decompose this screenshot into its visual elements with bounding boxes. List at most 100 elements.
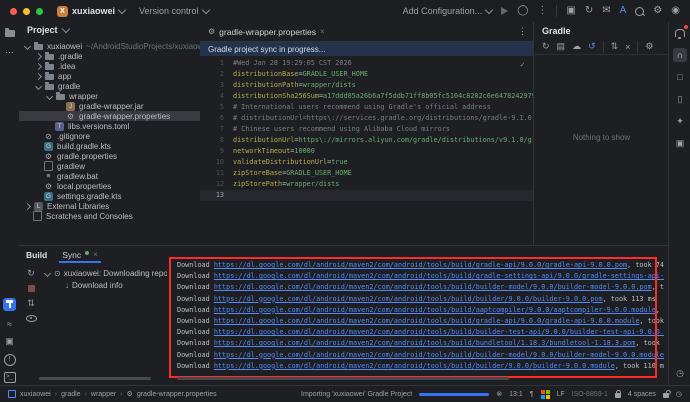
logcat-tool-icon[interactable]: ≈ <box>3 318 16 331</box>
download-link[interactable]: https://dl.google.com/dl/android/maven2/… <box>214 362 615 370</box>
tree-item-local-properties[interactable]: ⚙local.properties <box>19 181 200 191</box>
offline-mode-icon[interactable]: ☁ <box>572 41 581 52</box>
code-editor[interactable]: ✓ 1#Wed Jan 28 19:29:05 CST 20262distrib… <box>200 56 533 201</box>
download-link[interactable]: https://dl.google.com/dl/android/maven2/… <box>214 295 603 303</box>
search-icon[interactable] <box>635 7 644 16</box>
settings-gear-icon[interactable]: ⚙ <box>653 6 662 16</box>
tree-item-gradle-wrapper-properties[interactable]: ⚙gradle-wrapper.properties <box>19 111 200 121</box>
terminal-tool-icon[interactable]: >_ <box>3 369 16 382</box>
history-clock-icon[interactable]: ◷ <box>673 366 687 380</box>
tree-scrollbar[interactable] <box>39 377 151 380</box>
gradle-settings-icon[interactable]: ⚙ <box>645 41 653 52</box>
download-link[interactable]: https://dl.google.com/dl/android/maven2/… <box>214 328 664 336</box>
running-devices-icon[interactable]: □ <box>673 70 687 84</box>
minimize-window-button[interactable] <box>23 8 30 15</box>
download-link[interactable]: https://dl.google.com/dl/android/maven2/… <box>214 339 635 347</box>
gradle-tasks-icon[interactable]: ▤ <box>557 41 566 52</box>
gradle-sync-icon[interactable]: ↻ <box>542 41 550 52</box>
power-save-icon[interactable]: ◷ <box>676 390 682 398</box>
collapse-all-icon[interactable]: ⇅ <box>611 41 619 52</box>
indent-setting[interactable]: 4 spaces <box>628 391 656 398</box>
build-variants-icon[interactable]: ▣ <box>566 6 575 16</box>
notifications-icon[interactable] <box>673 26 687 40</box>
editor-options-icon[interactable]: ⋮ <box>518 26 533 37</box>
close-panel-icon[interactable]: × <box>625 42 630 52</box>
project-tool-icon[interactable] <box>3 28 16 41</box>
restart-sync-icon[interactable]: ↻ <box>27 268 35 279</box>
download-link[interactable]: https://dl.google.com/dl/android/maven2/… <box>214 272 664 280</box>
chevron-right-icon[interactable] <box>35 72 42 79</box>
tree-item--gitignore[interactable]: ⊘.gitignore <box>19 131 200 141</box>
tree-item-gradlew[interactable]: gradlew <box>19 161 200 171</box>
breadcrumb-item[interactable]: gradle-wrapper.properties <box>137 391 217 398</box>
translate-icon[interactable]: A <box>620 6 627 16</box>
build-tree-item[interactable]: ⊙xuxiaowei: Downloading repository-32.8 … <box>43 267 167 279</box>
tree-item-gradle[interactable]: gradle <box>19 81 200 91</box>
tree-item-gradlew-bat[interactable]: ≡gradlew.bat <box>19 171 200 181</box>
chevron-down-icon[interactable] <box>46 92 53 99</box>
chevron-right-icon[interactable] <box>35 62 42 69</box>
stop-icon[interactable] <box>28 285 35 292</box>
colored-grid-plugin-icon[interactable] <box>541 390 550 399</box>
cancel-progress-icon[interactable]: ⊗ <box>496 390 502 398</box>
gradle-tool-icon[interactable]: ∩ <box>673 48 687 62</box>
reimport-icon[interactable]: ↺ <box>588 41 596 52</box>
tree-item-app[interactable]: app <box>19 71 200 81</box>
project-widget[interactable]: X xuxiaowei <box>57 6 125 17</box>
tree-item-settings-gradle-kts[interactable]: Gsettings.gradle.kts <box>19 191 200 201</box>
line-ending[interactable]: LF <box>557 391 565 398</box>
profiler-icon[interactable]: ◯ <box>517 6 528 16</box>
close-tab-icon[interactable]: × <box>93 250 98 259</box>
project-panel-header[interactable]: Project <box>19 22 200 38</box>
download-link[interactable]: https://dl.google.com/dl/android/maven2/… <box>214 317 640 325</box>
feedback-icon[interactable]: ✉ <box>602 6 610 16</box>
tree-item-gradle-wrapper-jar[interactable]: Jgradle-wrapper.jar <box>19 101 200 111</box>
tree-item-xuxiaowei[interactable]: xuxiaowei~/AndroidStudioProjects/xuxiaow… <box>19 41 200 51</box>
console-scrollbar[interactable] <box>177 377 509 380</box>
sync-tab[interactable]: Sync × <box>59 246 101 263</box>
tree-item--gradle[interactable]: .gradle <box>19 51 200 61</box>
chevron-down-icon[interactable] <box>44 269 51 276</box>
breadcrumb-item[interactable]: wrapper <box>91 391 116 398</box>
download-link[interactable]: https://dl.google.com/dl/android/maven2/… <box>214 306 656 314</box>
chevron-right-icon[interactable] <box>35 52 42 59</box>
tree-item-libs-versions-toml[interactable]: Tlibs.versions.toml <box>19 121 200 131</box>
download-link[interactable]: https://dl.google.com/dl/android/maven2/… <box>214 351 664 359</box>
download-link[interactable]: https://dl.google.com/dl/android/maven2/… <box>214 283 652 291</box>
caret-position[interactable]: 13:1 <box>509 391 523 398</box>
breadcrumb-item[interactable]: gradle <box>61 391 80 398</box>
build-tree-item[interactable]: ↓Download info <box>43 279 167 291</box>
tree-item-wrapper[interactable]: wrapper <box>19 91 200 101</box>
chevron-right-icon[interactable] <box>24 202 31 209</box>
close-window-button[interactable] <box>10 8 17 15</box>
maximize-window-button[interactable] <box>36 8 43 15</box>
problems-tool-icon[interactable]: ! <box>3 352 16 365</box>
tree-item-gradle-properties[interactable]: ⚙gradle.properties <box>19 151 200 161</box>
download-link[interactable]: https://dl.google.com/dl/android/maven2/… <box>214 261 627 269</box>
unlock-icon[interactable] <box>663 393 669 398</box>
inspections-check-icon[interactable]: ✓ <box>520 59 525 70</box>
tree-item-scratches-and-consoles[interactable]: Scratches and Consoles <box>19 211 200 221</box>
build-tool-icon[interactable] <box>3 298 16 311</box>
app-insights-icon[interactable]: ▣ <box>673 136 687 150</box>
eye-icon[interactable] <box>26 315 37 322</box>
device-manager-icon[interactable]: ▯ <box>673 92 687 106</box>
window-controls[interactable] <box>10 8 43 15</box>
ai-assistant-icon[interactable]: ✦ <box>673 114 687 128</box>
expand-collapse-icon[interactable]: ⇅ <box>27 298 35 309</box>
run-button[interactable] <box>501 7 508 15</box>
vcs-widget[interactable]: Version control <box>139 6 209 16</box>
close-tab-icon[interactable]: × <box>320 27 325 36</box>
more-tools-icon[interactable]: ⋯ <box>3 46 16 59</box>
build-panel-title[interactable]: Build <box>26 250 47 260</box>
chevron-down-icon[interactable] <box>24 42 31 49</box>
tree-item--idea[interactable]: .idea <box>19 61 200 71</box>
sync-project-icon[interactable]: ↻ <box>585 6 593 16</box>
file-encoding[interactable]: ISO-8859-1 <box>572 391 608 398</box>
tree-item-build-gradle-kts[interactable]: Gbuild.gradle.kts <box>19 141 200 151</box>
chevron-down-icon[interactable] <box>35 82 42 89</box>
editor-tab[interactable]: ⚙ gradle-wrapper.properties × <box>200 22 333 41</box>
tree-item-external-libraries[interactable]: LExternal Libraries <box>19 201 200 211</box>
profile-icon[interactable]: ◉ <box>671 6 680 16</box>
build-console[interactable]: Download https://dl.google.com/dl/androi… <box>169 260 664 376</box>
